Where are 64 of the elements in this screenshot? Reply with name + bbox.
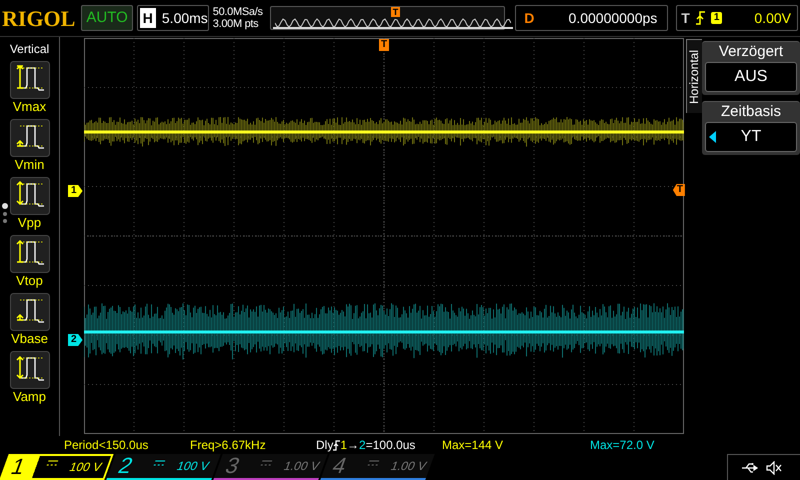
- channel-scale: 100 V: [66, 459, 105, 476]
- measurement-readout: Dly 1→2=100.0us: [316, 437, 416, 454]
- speaker-muted-icon: [766, 460, 782, 474]
- option-title: Zeitbasis: [720, 102, 782, 122]
- trigger-position-marker: T: [379, 39, 390, 51]
- run-state-indicator: AUTO: [81, 5, 133, 31]
- dc-coupling-icon: [260, 460, 273, 466]
- channel-scale: 100 V: [174, 458, 212, 475]
- pulse-measure-icon: [10, 119, 50, 157]
- option-title: Verzögert: [718, 42, 784, 62]
- channel-marker: 2: [68, 334, 83, 346]
- measurement-readout: Max=72.0 V: [590, 437, 656, 454]
- measure-button[interactable]: Vmin: [0, 119, 58, 172]
- pulse-measure-icon: [10, 235, 50, 273]
- menu-option[interactable]: Verzögert AUS: [702, 41, 800, 95]
- channel-scale: 1.00 V: [388, 458, 430, 475]
- trigger-marker: T: [390, 7, 400, 17]
- measurement-readout: Max=144 V: [442, 437, 504, 454]
- channel-tab[interactable]: 1 100 V: [0, 454, 114, 480]
- channel-number: 3: [222, 453, 244, 479]
- measure-button[interactable]: Vtop: [0, 235, 58, 288]
- memory-depth: 3.00M pts: [212, 18, 260, 30]
- channel-tab[interactable]: 2 100 V: [106, 454, 221, 480]
- option-value: AUS: [734, 67, 768, 87]
- option-value: YT: [740, 127, 762, 147]
- pulse-measure-icon: [10, 351, 50, 389]
- pulse-measure-icon: [10, 177, 50, 215]
- channel-scale: 1.00 V: [281, 458, 322, 475]
- trigger-label: T: [681, 8, 690, 28]
- delay-value: 0.00000000ps: [568, 8, 658, 28]
- delay-label: D: [524, 8, 534, 28]
- trigger-box[interactable]: T 1 0.00V: [676, 5, 798, 31]
- menu-title: Vertical: [10, 41, 50, 58]
- dc-coupling-icon: [46, 460, 59, 466]
- dc-coupling-icon: [153, 460, 166, 466]
- measurement-readout: Freq>6.67kHz: [190, 437, 267, 454]
- timebase-value: 5.00ms: [162, 8, 208, 28]
- sample-rate: 50.0MSa/s: [212, 6, 264, 18]
- timebase-label: H: [140, 8, 156, 28]
- brand-logo: RIGOL: [2, 4, 76, 32]
- page-dots-icon: [1, 202, 9, 226]
- pulse-measure-icon: [10, 61, 50, 99]
- delay-box[interactable]: D 0.00000000ps: [515, 5, 668, 31]
- channel-number: 4: [328, 453, 352, 479]
- usb-icon: [742, 462, 760, 472]
- timebase-box[interactable]: H 5.00ms: [136, 5, 209, 31]
- channel-number: 1: [7, 454, 30, 480]
- menu-title: Horizontal: [687, 50, 702, 104]
- measurement-readout: Period<150.0us: [64, 437, 150, 454]
- channel-tab[interactable]: 3 1.00 V: [213, 454, 328, 480]
- measure-button[interactable]: Vpp: [0, 177, 58, 230]
- dc-coupling-icon: [367, 460, 380, 466]
- measure-button[interactable]: Vbase: [0, 293, 58, 346]
- channel-marker: 1: [68, 185, 83, 197]
- rising-edge-icon: [333, 440, 340, 450]
- menu-option[interactable]: Zeitbasis YT: [702, 101, 800, 155]
- pulse-measure-icon: [10, 293, 50, 331]
- channel-number: 2: [114, 453, 138, 479]
- rising-edge-icon: [696, 11, 705, 25]
- trigger-level: 0.00V: [754, 8, 791, 28]
- measure-button[interactable]: Vmax: [0, 61, 58, 114]
- trigger-source: 1: [710, 12, 722, 24]
- channel-tab[interactable]: 4 1.00 V: [320, 454, 435, 480]
- measure-button[interactable]: Vamp: [0, 351, 58, 404]
